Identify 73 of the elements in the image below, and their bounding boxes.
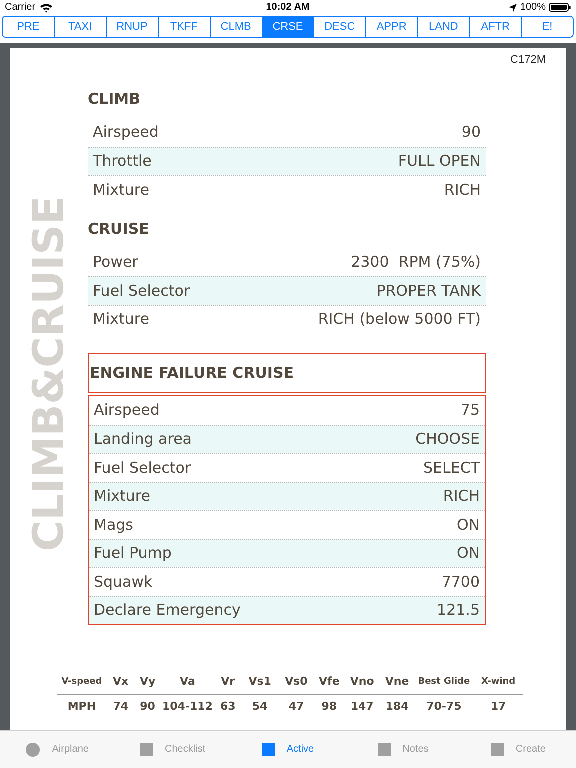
phase-tab[interactable]: E! xyxy=(521,17,573,37)
item-label: Landing area xyxy=(94,429,192,450)
item-value: SELECT xyxy=(424,458,480,478)
item-label: Mixture xyxy=(94,486,150,507)
table-cell-text: 63 xyxy=(219,700,237,714)
item-label: Declare Emergency xyxy=(94,600,241,621)
location-arrow-icon xyxy=(509,4,518,12)
bottom-tab[interactable]: Active xyxy=(230,742,346,757)
item-value: ON xyxy=(456,543,480,564)
table-cell-text: 47 xyxy=(288,700,306,714)
bottom-tab[interactable]: Checklist xyxy=(115,742,230,757)
item-value: 121.5 xyxy=(437,600,480,621)
item-label: Throttle xyxy=(93,151,152,172)
item-value: 2300 RPM (75%) xyxy=(351,252,481,272)
column-header: V-speed xyxy=(60,676,104,689)
battery-icon xyxy=(548,3,571,12)
item-value: CHOOSE xyxy=(416,429,480,450)
item-label: Power xyxy=(93,252,138,272)
item-label: Mixture xyxy=(93,309,150,330)
table-cell-text: 17 xyxy=(490,700,508,714)
column-header: Vno xyxy=(349,675,376,689)
wifi-icon xyxy=(40,2,53,12)
item-value: 75 xyxy=(460,400,480,421)
table-cell-text: 54 xyxy=(251,700,269,714)
item-label: Fuel Selector xyxy=(94,458,192,478)
item-value: 7700 xyxy=(442,572,480,592)
column-header: Best Glide xyxy=(417,676,472,689)
item-label: Mags xyxy=(94,514,134,536)
square-icon xyxy=(262,743,275,756)
section-header: ENGINE FAILURE CRUISE xyxy=(88,353,486,393)
item-value: PROPER TANK xyxy=(376,280,481,302)
column-header: Vy xyxy=(138,675,157,689)
phase-tab[interactable]: CRSE xyxy=(262,17,314,37)
square-icon xyxy=(140,743,154,756)
item-label: Fuel Pump xyxy=(94,543,172,564)
table-cell-text: 184 xyxy=(384,700,410,714)
column-header: X-wind xyxy=(480,676,517,689)
table-cell-text: 90 xyxy=(139,700,156,714)
table-cell-text: MPH xyxy=(66,700,98,714)
clock-time: 10:02 AM xyxy=(266,1,310,15)
item-value: RICH (below 5000 FT) xyxy=(318,309,481,330)
item-label: Fuel Selector xyxy=(93,280,190,302)
item-label: Airspeed xyxy=(94,400,160,421)
column-header: Vs0 xyxy=(284,675,309,689)
item-value: FULL OPEN xyxy=(398,151,481,172)
item-label: Airspeed xyxy=(93,122,159,143)
table-cell-text: 98 xyxy=(320,700,338,714)
bottom-tab[interactable]: Notes xyxy=(346,742,461,757)
bottom-tab[interactable]: Create xyxy=(460,742,576,757)
item-label: Mixture xyxy=(93,180,150,200)
item-value: RICH xyxy=(444,180,481,200)
item-label: Squawk xyxy=(94,572,153,592)
section-header: CRUISE xyxy=(88,218,150,240)
table-cell-text: 104-112 xyxy=(161,700,214,714)
table-cell-text: 70-75 xyxy=(426,700,463,714)
battery-percent: 100% xyxy=(520,1,546,15)
square-icon xyxy=(378,743,391,756)
item-value: ON xyxy=(456,514,480,536)
column-header: Vs1 xyxy=(248,675,272,689)
aircraft-model: C172M xyxy=(510,53,546,66)
column-header: Vfe xyxy=(318,675,341,689)
column-header: Va xyxy=(179,675,196,689)
table-cell-text: 74 xyxy=(112,700,130,714)
item-value: RICH xyxy=(443,486,480,507)
item-value: 90 xyxy=(462,122,481,143)
column-header: Vr xyxy=(220,675,236,689)
square-icon xyxy=(490,743,504,756)
carrier-label: Carrier xyxy=(5,1,36,15)
column-header: Vx xyxy=(112,675,130,689)
bottom-tab[interactable]: Airplane xyxy=(0,742,116,757)
column-header: Vne xyxy=(384,675,410,689)
table-cell-text: 147 xyxy=(350,700,375,714)
section-header: CLIMB xyxy=(88,89,142,110)
